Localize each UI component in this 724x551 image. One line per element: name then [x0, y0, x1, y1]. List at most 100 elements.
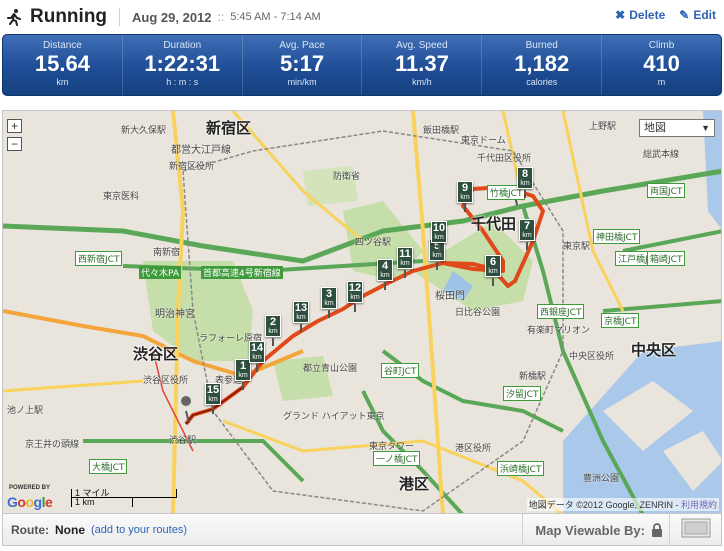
map-type-select[interactable]: 地図 ▼	[639, 119, 715, 137]
km-marker-7[interactable]: 7 km	[519, 219, 535, 250]
stat-burned: Burned 1,182 calories	[482, 35, 603, 95]
route-map[interactable]: 新宿区 渋谷区 千代田 中央区 港区 新大久保駅 都営大江戸線 新宿区役所 東京医科 南新宿 西新宿…	[2, 110, 722, 514]
map-label-shibuya-office: 渋谷区役所	[143, 376, 189, 386]
delete-button[interactable]: ✖ Delete	[615, 8, 665, 22]
runner-icon	[4, 7, 24, 27]
stats-bar: Distance 15.64 km Duration 1:22:31 h : m…	[2, 34, 722, 96]
km-marker-stem	[384, 282, 386, 290]
map-label-meiji-jingu: 明治神宮	[155, 309, 195, 320]
map-label-ichinohashi-jct: 一ノ橋JCT	[373, 451, 421, 466]
map-label-ikenoue: 池ノ上駅	[7, 406, 44, 416]
map-label-kanda-bridge-jct: 神田橋JCT	[593, 229, 641, 244]
terms-link[interactable]: 利用規約	[681, 500, 717, 510]
chevron-down-icon: ▼	[701, 123, 710, 133]
km-marker-number: 2	[269, 316, 277, 328]
zoom-out-button[interactable]: −	[7, 137, 22, 151]
km-marker-unit: km	[488, 268, 498, 275]
stat-distance: Distance 15.64 km	[3, 35, 123, 95]
km-marker-4[interactable]: 4 km	[377, 259, 393, 290]
km-marker-number: 9	[461, 182, 469, 194]
stat-label: Avg. Pace	[279, 40, 325, 51]
km-marker-10[interactable]: 10 km	[431, 221, 447, 252]
stat-label: Burned	[525, 40, 558, 51]
km-marker-stem	[404, 270, 406, 278]
activity-title: Running	[30, 6, 108, 27]
km-marker-unit: km	[268, 328, 278, 335]
map-label-minami-shinjuku: 南新宿	[153, 248, 181, 258]
km-marker-stem	[328, 310, 330, 318]
km-marker-unit: km	[380, 272, 390, 279]
map-footer: Route: None (add to your routes) Map Vie…	[2, 514, 722, 546]
map-label-shibuya-ku: 渋谷区	[133, 345, 179, 363]
stat-label: Distance	[42, 40, 82, 51]
stat-avg-pace: Avg. Pace 5:17 min/km	[243, 35, 363, 95]
km-marker-stem	[492, 278, 494, 286]
km-marker-unit: km	[238, 372, 248, 379]
map-copyright: 地図データ ©2012 Google, ZENRIN - 利用規約	[526, 498, 719, 511]
km-marker-15[interactable]: 15 km	[205, 383, 221, 414]
km-marker-14[interactable]: 14 km	[249, 341, 265, 372]
km-marker-11[interactable]: 11 km	[397, 247, 413, 278]
map-label-shinjuku-ku: 新宿区	[206, 119, 252, 137]
stat-value: 11.37	[394, 51, 449, 76]
activity-time-range: 5:45 AM - 7:14 AM	[230, 11, 321, 23]
km-marker-unit: km	[296, 314, 306, 321]
map-label-hakozaki-jct: 箱崎JCT	[647, 251, 686, 266]
close-icon: ✖	[615, 8, 626, 22]
map-label-shiodome-jct: 汐留JCT	[503, 386, 542, 401]
powered-by-label: POWERED BY	[9, 485, 51, 491]
route-label: Route:	[11, 522, 49, 537]
copyright-text: 地図データ ©2012 Google, ZENRIN -	[528, 500, 681, 510]
km-marker-unit: km	[400, 260, 410, 267]
stat-unit: m	[657, 77, 666, 87]
km-marker-stem	[354, 304, 356, 312]
km-marker-stem	[438, 244, 440, 252]
km-marker-9[interactable]: 9 km	[457, 181, 473, 212]
map-label-tokyo-dome: 東京ドーム	[461, 136, 506, 146]
map-label-grand-hyatt: グランド ハイアット東京	[283, 412, 385, 422]
map-label-shibuya-st: 渋谷駅	[169, 436, 197, 446]
km-marker-number: 8	[521, 168, 529, 180]
map-label-chiyoda: 千代田	[471, 215, 517, 233]
map-scale: 1 マイル 1 km	[71, 489, 177, 507]
map-label-minato-office: 港区役所	[455, 444, 492, 454]
km-marker-number: 1	[239, 360, 247, 372]
map-label-nishi-shinjuku-jct: 西新宿JCT	[75, 251, 123, 266]
map-label-yotsuya: 四ツ谷駅	[355, 238, 392, 248]
stat-unit: min/km	[287, 77, 317, 87]
edit-button[interactable]: ✎ Edit	[679, 8, 716, 22]
map-label-sakuradamon: 桜田門	[435, 291, 465, 302]
km-marker-unit: km	[434, 234, 444, 241]
map-label-shuto-4: 首都高速4号新宿線	[201, 266, 283, 279]
km-marker-unit: km	[350, 294, 360, 301]
stat-duration: Duration 1:22:31 h : m : s	[123, 35, 243, 95]
add-to-routes-link[interactable]: (add to your routes)	[91, 524, 187, 536]
km-marker-number: 7	[523, 220, 531, 232]
delete-label: Delete	[629, 8, 666, 22]
km-marker-stem	[212, 406, 214, 414]
km-marker-stem	[526, 242, 528, 250]
date-separator: ::	[217, 10, 225, 24]
stat-unit: km	[56, 77, 69, 87]
fullscreen-button[interactable]	[669, 514, 721, 546]
km-marker-2[interactable]: 2 km	[265, 315, 281, 346]
stat-value: 1:22:31	[144, 51, 221, 76]
map-label-tokyo-medical: 東京医科	[103, 192, 140, 202]
header-divider	[119, 8, 121, 26]
km-marker-6[interactable]: 6 km	[485, 255, 501, 286]
stat-unit: km/h	[412, 77, 432, 87]
map-label-kyobashi-jct: 京橋JCT	[601, 313, 640, 328]
zoom-in-button[interactable]: +	[7, 119, 22, 133]
google-logo[interactable]: Google	[7, 494, 53, 510]
km-marker-8[interactable]: 8 km	[517, 167, 533, 198]
km-marker-number: 12	[348, 282, 362, 294]
stat-value: 15.64	[34, 51, 90, 76]
map-label-aoyama-cemetery: 都立青山公園	[303, 364, 358, 374]
stat-label: Duration	[163, 40, 202, 51]
km-marker-13[interactable]: 13 km	[293, 301, 309, 332]
km-marker-12[interactable]: 12 km	[347, 281, 363, 312]
km-marker-3[interactable]: 3 km	[321, 287, 337, 318]
map-visibility[interactable]: Map Viewable By:	[522, 514, 663, 546]
map-label-tanimachi-jct: 谷町JCT	[381, 363, 420, 378]
start-pin-head[interactable]	[181, 396, 191, 406]
